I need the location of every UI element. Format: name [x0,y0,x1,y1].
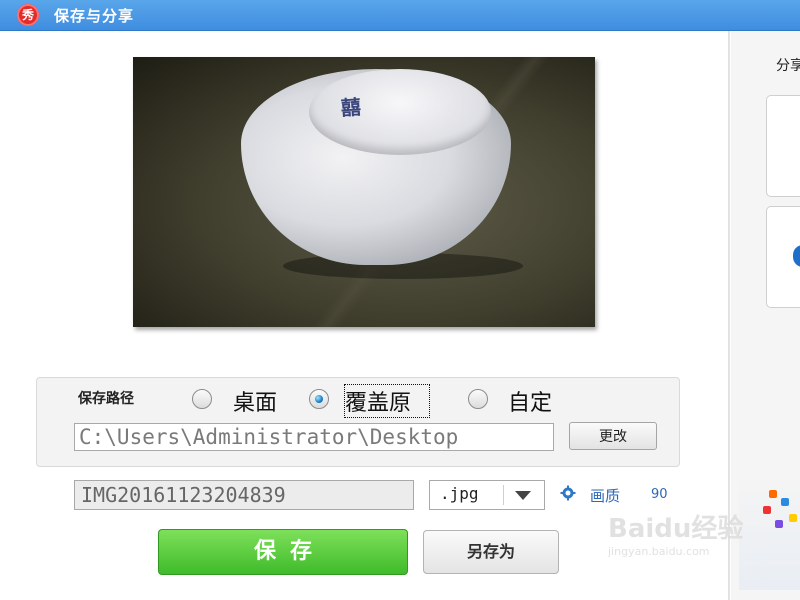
share-button-1[interactable] [766,95,800,197]
save-as-button[interactable]: 另存为 [423,530,559,574]
radio-custom-label[interactable]: 自定 [508,385,552,417]
change-path-button[interactable]: 更改 [569,422,657,450]
save-path-label: 保存路径 [78,391,134,407]
quality-value: 90 [651,487,668,502]
format-separator [503,485,504,505]
radio-overwrite-label[interactable]: 覆盖原 [344,384,430,418]
filename-input[interactable]: IMG20161123204839 [74,480,414,510]
watermark: Baidu经验 jingyan.baidu.com [608,508,743,558]
promo-illustration [739,480,800,590]
radio-overwrite[interactable] [309,389,329,409]
share-service-icon [793,245,800,267]
photo-preview: 囍 [133,57,595,327]
format-select[interactable]: .jpg [429,480,545,510]
gear-icon[interactable] [560,485,576,501]
share-button-2[interactable] [766,206,800,308]
format-value: .jpg [440,484,479,503]
watermark-sub: jingyan.baidu.com [608,545,710,558]
radio-desktop-label[interactable]: 桌面 [233,385,277,417]
title-bar: 秀 保存与分享 [0,0,800,31]
watermark-main: Baidu经验 [608,514,744,544]
save-path-input[interactable]: C:\Users\Administrator\Desktop [74,423,554,451]
radio-desktop[interactable] [192,389,212,409]
window-title: 保存与分享 [54,7,135,25]
share-label: 分享 [776,58,800,74]
app-logo-icon: 秀 [17,4,39,26]
radio-custom[interactable] [468,389,488,409]
chevron-down-icon[interactable] [515,491,531,500]
photo-bowl-mark: 囍 [340,94,360,121]
save-button[interactable]: 保存 [158,529,408,575]
quality-link[interactable]: 画质 [590,485,620,506]
